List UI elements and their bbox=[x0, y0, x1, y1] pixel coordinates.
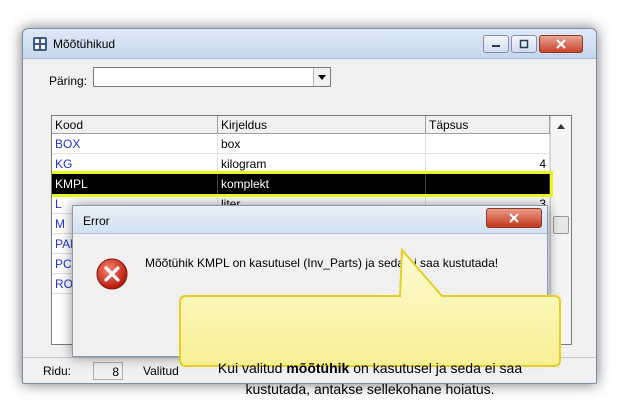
callout-note: Kui valitud mõõtühik on kasutusel ja sed… bbox=[178, 247, 562, 397]
callout-text: Kui valitud mõõtühik on kasutusel ja sed… bbox=[188, 358, 552, 400]
maximize-button[interactable] bbox=[511, 35, 537, 53]
selected-label: Valitud bbox=[143, 364, 179, 378]
dropdown-button[interactable] bbox=[313, 68, 330, 86]
callout-text-bold: mõõtühik bbox=[286, 360, 350, 376]
grid-header: Kood Kirjeldus Täpsus bbox=[52, 116, 550, 134]
close-icon bbox=[556, 39, 566, 49]
table-row[interactable]: BOX box bbox=[52, 134, 550, 154]
cell-description: komplekt bbox=[218, 174, 426, 194]
scroll-thumb[interactable] bbox=[553, 216, 569, 234]
chevron-up-icon bbox=[557, 123, 565, 129]
close-button[interactable] bbox=[539, 35, 583, 53]
window-title: Mõõtühikud bbox=[53, 37, 116, 51]
column-header-precision[interactable]: Täpsus bbox=[426, 116, 550, 134]
cell-description: kilogram bbox=[218, 154, 426, 174]
error-close-button[interactable] bbox=[486, 208, 542, 228]
cell-precision: 4 bbox=[426, 154, 550, 174]
column-header-description[interactable]: Kirjeldus bbox=[218, 116, 426, 134]
error-x-icon bbox=[96, 258, 128, 290]
column-header-code[interactable]: Kood bbox=[52, 116, 218, 134]
cell-code: KMPL bbox=[52, 174, 218, 194]
query-select[interactable] bbox=[93, 67, 331, 87]
cell-code: BOX bbox=[52, 134, 218, 154]
maximize-icon bbox=[519, 39, 529, 49]
rows-count: 8 bbox=[93, 362, 123, 380]
titlebar: Mõõtühikud bbox=[23, 29, 596, 59]
callout-bubble bbox=[179, 247, 561, 367]
close-icon bbox=[509, 213, 519, 223]
rows-label: Ridu: bbox=[43, 364, 72, 378]
chevron-down-icon bbox=[318, 74, 326, 80]
error-title: Error bbox=[83, 214, 110, 228]
table-row-selected[interactable]: KMPL komplekt bbox=[52, 171, 553, 197]
cell-precision bbox=[426, 134, 550, 154]
scroll-up-button[interactable] bbox=[553, 118, 569, 134]
app-window-icon bbox=[33, 37, 47, 51]
cell-precision bbox=[426, 174, 550, 194]
cell-description: box bbox=[218, 134, 426, 154]
minimize-icon bbox=[492, 45, 500, 47]
query-label: Päring: bbox=[49, 74, 88, 88]
callout-text-start: Kui valitud bbox=[217, 360, 287, 376]
table-row[interactable]: KG kilogram 4 bbox=[52, 154, 550, 174]
error-titlebar: Error bbox=[73, 206, 547, 234]
minimize-button[interactable] bbox=[483, 35, 509, 53]
cell-code: KG bbox=[52, 154, 218, 174]
